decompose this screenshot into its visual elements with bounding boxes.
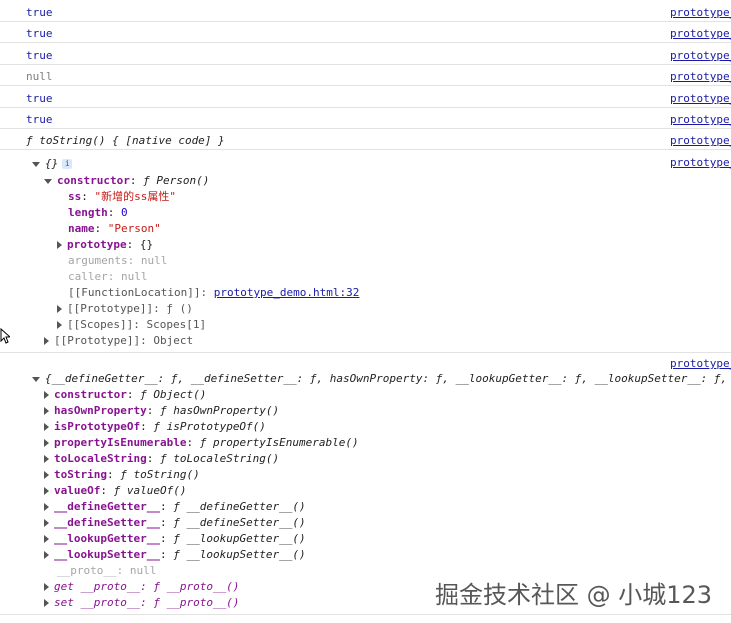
log-row: true prototype_ bbox=[0, 43, 731, 65]
prop-ss: ss: "新增的ss属性" bbox=[68, 190, 176, 203]
log-link[interactable]: prototype_ bbox=[670, 356, 731, 372]
prop-row[interactable]: __lookupGetter__: ƒ __lookupGetter__() bbox=[44, 531, 306, 547]
expand-arrow-icon[interactable] bbox=[32, 161, 40, 167]
log-row: null prototype_ bbox=[0, 64, 731, 87]
prop-row[interactable]: toString: ƒ toString() bbox=[44, 467, 200, 483]
log-link[interactable]: prototype_ bbox=[670, 70, 731, 83]
log-value: true bbox=[26, 113, 53, 126]
inner-prototype-row[interactable]: [[Prototype]]: ƒ () bbox=[57, 301, 193, 317]
object-summary[interactable]: {__defineGetter__: ƒ, __defineSetter__: … bbox=[32, 371, 731, 387]
log-link[interactable]: prototype_ bbox=[670, 6, 731, 19]
expand-arrow-icon[interactable] bbox=[44, 583, 49, 591]
prop-row[interactable]: valueOf: ƒ valueOf() bbox=[44, 483, 186, 499]
prop-arguments: arguments: null bbox=[68, 254, 168, 267]
info-icon: i bbox=[62, 159, 73, 169]
log-link[interactable]: prototype_ bbox=[670, 155, 731, 171]
log-value: true bbox=[26, 6, 53, 19]
row-divider bbox=[0, 352, 731, 353]
prop-row[interactable]: propertyIsEnumerable: ƒ propertyIsEnumer… bbox=[44, 435, 359, 451]
function-location: [[FunctionLocation]]: prototype_demo.htm… bbox=[68, 286, 360, 299]
prop-caller: caller: null bbox=[68, 270, 148, 283]
expand-arrow-icon[interactable] bbox=[44, 551, 49, 559]
log-row: true prototype_ bbox=[0, 86, 731, 108]
expand-arrow-icon[interactable] bbox=[44, 178, 52, 184]
log-row: ƒ toString() { [native code] } prototype_ bbox=[0, 128, 731, 151]
prop-row[interactable]: isPrototypeOf: ƒ isPrototypeOf() bbox=[44, 419, 266, 435]
log-link[interactable]: prototype_ bbox=[670, 49, 731, 62]
expand-arrow-icon[interactable] bbox=[44, 535, 49, 543]
expand-arrow-icon[interactable] bbox=[57, 305, 62, 313]
log-value: true bbox=[26, 27, 53, 41]
object-preview: {__defineGetter__: ƒ, __defineSetter__: … bbox=[45, 372, 731, 385]
expand-arrow-icon[interactable] bbox=[44, 503, 49, 511]
prototype-row[interactable]: prototype: {} bbox=[57, 237, 153, 253]
log-row: true prototype_ bbox=[0, 107, 731, 129]
prop-row[interactable]: __defineGetter__: ƒ __defineGetter__() bbox=[44, 499, 306, 515]
expand-arrow-icon[interactable] bbox=[57, 241, 62, 249]
expand-arrow-icon[interactable] bbox=[44, 423, 49, 431]
expand-arrow-icon[interactable] bbox=[44, 439, 49, 447]
prop-name: name: "Person" bbox=[68, 222, 161, 235]
prop-row[interactable]: hasOwnProperty: ƒ hasOwnProperty() bbox=[44, 403, 279, 419]
expand-arrow-icon[interactable] bbox=[44, 407, 49, 415]
constructor-row[interactable]: constructor: ƒ Person() bbox=[44, 173, 209, 189]
expand-arrow-icon[interactable] bbox=[44, 471, 49, 479]
log-link[interactable]: prototype_ bbox=[670, 27, 731, 40]
setter-row[interactable]: set __proto__: ƒ __proto__() bbox=[44, 595, 239, 611]
prop-row[interactable]: __lookupSetter__: ƒ __lookupSetter__() bbox=[44, 547, 306, 563]
object-summary[interactable]: {} i bbox=[32, 156, 73, 172]
prop-proto-null: __proto__: null bbox=[57, 564, 157, 577]
mouse-cursor-icon bbox=[0, 328, 10, 344]
row-divider bbox=[0, 614, 731, 615]
expand-arrow-icon[interactable] bbox=[44, 455, 49, 463]
prop-row[interactable]: __defineSetter__: ƒ __defineSetter__() bbox=[44, 515, 306, 531]
log-value: true bbox=[26, 48, 53, 62]
log-link[interactable]: prototype_ bbox=[670, 92, 731, 105]
expand-arrow-icon[interactable] bbox=[44, 487, 49, 495]
expand-arrow-icon[interactable] bbox=[44, 337, 49, 345]
log-value: null bbox=[26, 70, 53, 84]
scopes-row[interactable]: [[Scopes]]: Scopes[1] bbox=[57, 317, 206, 333]
expand-arrow-icon[interactable] bbox=[44, 391, 49, 399]
prop-row[interactable]: constructor: ƒ Object() bbox=[44, 387, 206, 403]
watermark: 掘金技术社区 @ 小城123 bbox=[435, 581, 713, 609]
expand-arrow-icon[interactable] bbox=[32, 376, 40, 382]
log-row: true prototype_ bbox=[0, 0, 731, 22]
prop-length: length: 0 bbox=[68, 206, 128, 219]
expand-arrow-icon[interactable] bbox=[57, 321, 62, 329]
outer-prototype-row[interactable]: [[Prototype]]: Object bbox=[44, 333, 193, 349]
log-value: ƒ toString() { [native code] } bbox=[26, 134, 225, 148]
source-link[interactable]: prototype_demo.html:32 bbox=[214, 286, 360, 299]
log-value: true bbox=[26, 91, 53, 105]
prop-row[interactable]: toLocaleString: ƒ toLocaleString() bbox=[44, 451, 279, 467]
log-link[interactable]: prototype_ bbox=[670, 134, 731, 147]
log-row: true prototype_ bbox=[0, 21, 731, 44]
getter-row[interactable]: get __proto__: ƒ __proto__() bbox=[44, 579, 239, 595]
expand-arrow-icon[interactable] bbox=[44, 519, 49, 527]
expand-arrow-icon[interactable] bbox=[44, 599, 49, 607]
object-preview: {} bbox=[45, 157, 59, 170]
log-link[interactable]: prototype_ bbox=[670, 113, 731, 126]
